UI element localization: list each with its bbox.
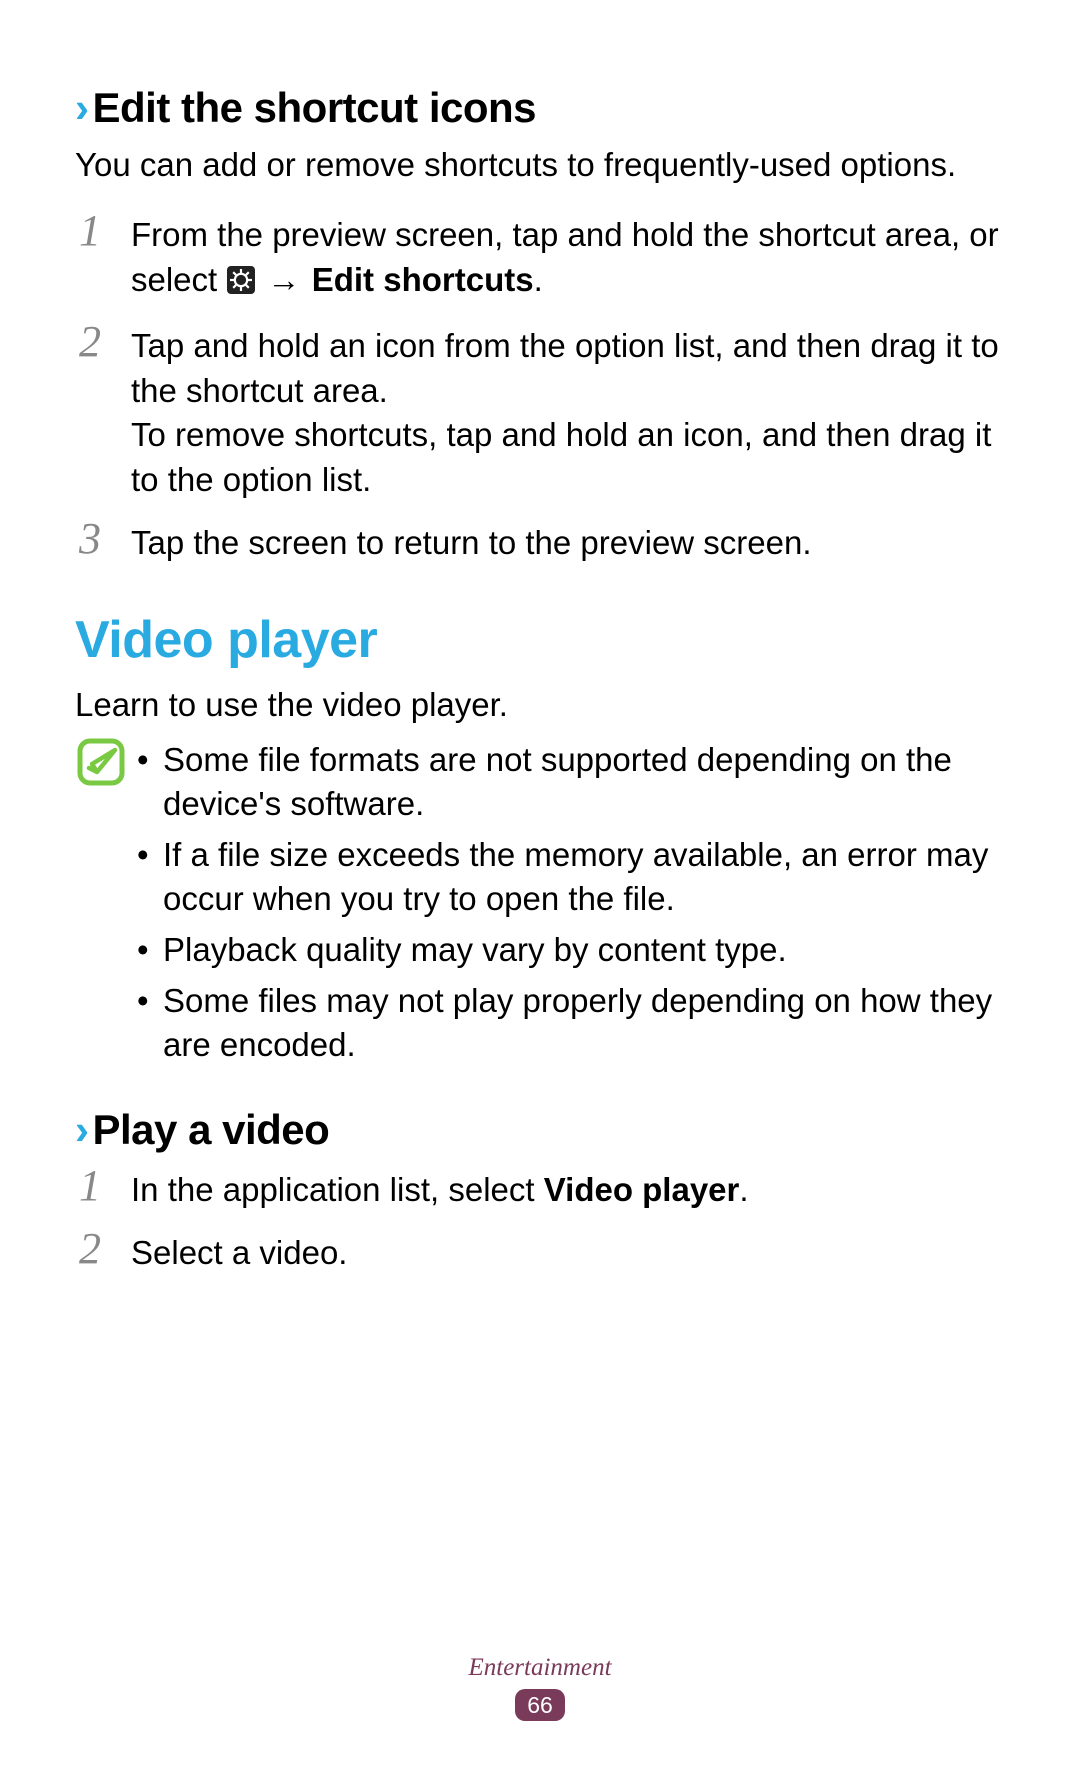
step-text-end: . bbox=[739, 1171, 748, 1208]
step-text: In the application list, select bbox=[131, 1171, 544, 1208]
step-line1: Tap and hold an icon from the option lis… bbox=[131, 324, 1005, 413]
bullet-text: Playback quality may vary by content typ… bbox=[163, 928, 1005, 973]
list-item: • If a file size exceeds the memory avai… bbox=[137, 833, 1005, 922]
step-text: Select a video. bbox=[131, 1234, 347, 1271]
step-number: 3 bbox=[75, 517, 131, 566]
main-heading-video-player: Video player bbox=[75, 605, 1005, 675]
section1-intro: You can add or remove shortcuts to frequ… bbox=[75, 143, 1005, 188]
chevron-icon: › bbox=[75, 1106, 89, 1153]
note-block: • Some file formats are not supported de… bbox=[75, 738, 1005, 1074]
note-icon bbox=[75, 738, 137, 1074]
bullet-text: If a file size exceeds the memory availa… bbox=[163, 833, 1005, 922]
section-heading-edit-shortcuts: ›Edit the shortcut icons bbox=[75, 80, 1005, 137]
step-number: 2 bbox=[75, 1227, 131, 1276]
chevron-icon: › bbox=[75, 84, 89, 131]
play-step-1: 1 In the application list, select Video … bbox=[75, 1164, 1005, 1213]
footer-category: Entertainment bbox=[0, 1651, 1080, 1685]
step-text: From the preview screen, tap and hold th… bbox=[131, 216, 999, 298]
section2-intro: Learn to use the video player. bbox=[75, 683, 1005, 728]
gear-icon bbox=[226, 262, 256, 307]
step-number: 2 bbox=[75, 320, 131, 502]
section-heading-play-video: ›Play a video bbox=[75, 1102, 1005, 1159]
arrow-icon: → bbox=[268, 261, 301, 298]
list-item: • Playback quality may vary by content t… bbox=[137, 928, 1005, 973]
step-number: 1 bbox=[75, 1164, 131, 1213]
step-bold: Video player bbox=[544, 1171, 740, 1208]
step-body: In the application list, select Video pl… bbox=[131, 1164, 1005, 1213]
step-body: Tap and hold an icon from the option lis… bbox=[131, 320, 1005, 502]
step-2: 2 Tap and hold an icon from the option l… bbox=[75, 320, 1005, 502]
step-text-end: . bbox=[534, 261, 543, 298]
list-item: • Some files may not play properly depen… bbox=[137, 979, 1005, 1068]
list-item: • Some file formats are not supported de… bbox=[137, 738, 1005, 827]
bullet-dot: • bbox=[137, 928, 163, 973]
step-body: From the preview screen, tap and hold th… bbox=[131, 209, 1005, 306]
bullet-text: Some file formats are not supported depe… bbox=[163, 738, 1005, 827]
bullet-dot: • bbox=[137, 738, 163, 827]
step-text: Tap the screen to return to the preview … bbox=[131, 524, 812, 561]
step-3: 3 Tap the screen to return to the previe… bbox=[75, 517, 1005, 566]
heading-text: Edit the shortcut icons bbox=[93, 84, 537, 131]
step-body: Tap the screen to return to the preview … bbox=[131, 517, 1005, 566]
play-step-2: 2 Select a video. bbox=[75, 1227, 1005, 1276]
page-number-badge: 66 bbox=[515, 1689, 565, 1721]
note-list: • Some file formats are not supported de… bbox=[137, 738, 1005, 1074]
step-bold: Edit shortcuts bbox=[312, 261, 534, 298]
bullet-dot: • bbox=[137, 979, 163, 1068]
step-number: 1 bbox=[75, 209, 131, 306]
bullet-dot: • bbox=[137, 833, 163, 922]
bullet-text: Some files may not play properly dependi… bbox=[163, 979, 1005, 1068]
step-1: 1 From the preview screen, tap and hold … bbox=[75, 209, 1005, 306]
heading-text: Play a video bbox=[93, 1106, 330, 1153]
step-line2: To remove shortcuts, tap and hold an ico… bbox=[131, 413, 1005, 502]
step-body: Select a video. bbox=[131, 1227, 1005, 1276]
page-footer: Entertainment 66 bbox=[0, 1651, 1080, 1721]
